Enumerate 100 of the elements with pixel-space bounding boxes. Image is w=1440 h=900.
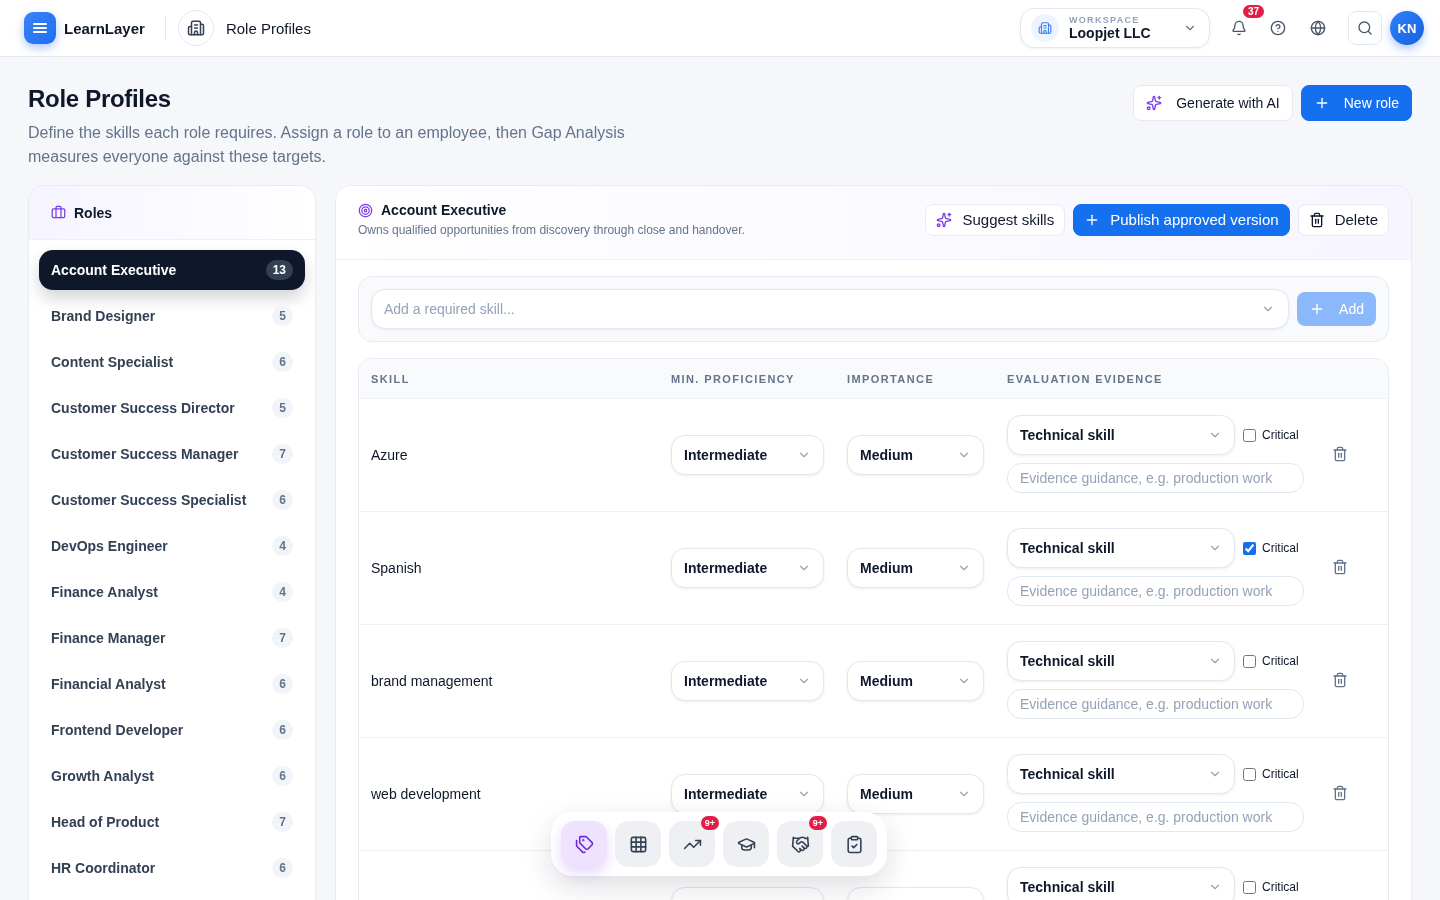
- role-item[interactable]: Frontend Developer 6: [39, 710, 305, 750]
- skill-count: 7: [272, 812, 293, 832]
- target-icon: [358, 202, 373, 218]
- category-select[interactable]: Technical skill: [1007, 754, 1235, 794]
- dock-button[interactable]: [615, 821, 661, 867]
- dock-button[interactable]: [723, 821, 769, 867]
- critical-checkbox[interactable]: [1243, 428, 1256, 442]
- skill-name: Azure: [371, 447, 408, 463]
- workspace-selector[interactable]: WORKSPACE Loopjet LLC: [1020, 8, 1210, 48]
- skill-count: 7: [272, 628, 293, 648]
- skill-count: 5: [272, 398, 293, 418]
- breadcrumb-title: Role Profiles: [225, 19, 311, 37]
- skill-count: 13: [265, 260, 293, 280]
- app-name: LearnLayer: [64, 19, 145, 37]
- skill-count: 5: [272, 306, 293, 326]
- app-logo[interactable]: [24, 12, 56, 44]
- handshake-icon: [790, 834, 810, 854]
- role-item[interactable]: Content Specialist 6: [39, 342, 305, 382]
- critical-label[interactable]: Critical: [1243, 541, 1299, 555]
- critical-checkbox[interactable]: [1243, 541, 1256, 555]
- clipboard-check-icon: [844, 834, 864, 854]
- skill-count: 6: [272, 352, 293, 372]
- dock-button[interactable]: [669, 821, 715, 867]
- workspace-label: WORKSPACE: [1069, 15, 1141, 25]
- help-icon: [1270, 20, 1286, 36]
- ai-button[interactable]: Suggest skills: [925, 203, 1066, 236]
- panel-title: Roles: [74, 204, 113, 221]
- dock-button[interactable]: [831, 821, 877, 867]
- role-item[interactable]: Financial Analyst 6: [39, 664, 305, 704]
- category-select[interactable]: Technical skill: [1007, 528, 1235, 568]
- tags-icon: [574, 834, 594, 854]
- proficiency-select[interactable]: Intermediate: [671, 774, 824, 814]
- skill-count: 6: [272, 858, 293, 878]
- column-header: EVALUATION EVIDENCE: [1007, 372, 1164, 385]
- critical-checkbox[interactable]: [1243, 880, 1256, 894]
- category-select[interactable]: Technical skill: [1007, 641, 1235, 681]
- delete-skill-button[interactable]: [1332, 559, 1348, 575]
- importance-select[interactable]: Medium: [847, 435, 984, 475]
- proficiency-select[interactable]: Intermediate: [671, 661, 824, 701]
- skill-count: 6: [272, 720, 293, 740]
- primary-button[interactable]: Publish approved version: [1073, 203, 1290, 236]
- role-item[interactable]: Finance Manager 7: [39, 618, 305, 658]
- skill-name: web development: [371, 786, 481, 802]
- category-select[interactable]: Technical skill: [1007, 415, 1235, 455]
- sparkles-icon: [1146, 95, 1163, 111]
- role-item[interactable]: Customer Success Manager 7: [39, 434, 305, 474]
- skill-count: 4: [272, 536, 293, 556]
- role-item[interactable]: DevOps Engineer 4: [39, 526, 305, 566]
- role-item[interactable]: Growth Analyst 6: [39, 756, 305, 796]
- critical-checkbox[interactable]: [1243, 767, 1256, 781]
- skill-name: Spanish: [371, 560, 422, 576]
- role-item[interactable]: Customer Success Specialist 6: [39, 480, 305, 520]
- delete-skill-button[interactable]: [1332, 672, 1348, 688]
- notification-count: 37: [1243, 5, 1265, 18]
- evidence-field[interactable]: Evidence guidance, e.g. production work: [1007, 802, 1304, 832]
- delete-skill-button[interactable]: [1332, 785, 1348, 801]
- proficiency-select[interactable]: Intermediate: [671, 435, 824, 475]
- skill-count: 6: [272, 766, 293, 786]
- skill-count: 4: [272, 582, 293, 602]
- search-icon: [1357, 20, 1373, 36]
- skill-name: brand management: [371, 673, 493, 689]
- evidence-field[interactable]: Evidence guidance, e.g. production work: [1007, 463, 1304, 493]
- role-item[interactable]: Brand Designer 5: [39, 296, 305, 336]
- notifications-button[interactable]: [1230, 19, 1248, 37]
- grid-icon: [628, 834, 648, 854]
- role-item[interactable]: Customer Success Director 5: [39, 388, 305, 428]
- role-item[interactable]: Finance Analyst 4: [39, 572, 305, 612]
- proficiency-select[interactable]: Intermediate: [671, 548, 824, 588]
- skill-count: 6: [272, 490, 293, 510]
- critical-label[interactable]: Critical: [1243, 654, 1299, 668]
- workspace-name: Loopjet LLC: [1069, 25, 1152, 41]
- dock-button[interactable]: [561, 821, 607, 867]
- evidence-field[interactable]: Evidence guidance, e.g. production work: [1007, 689, 1304, 719]
- ai-button[interactable]: Generate with AI: [1133, 85, 1293, 121]
- role-item[interactable]: Account Executive 13: [39, 250, 305, 290]
- evidence-field[interactable]: Evidence guidance, e.g. production work: [1007, 576, 1304, 606]
- importance-select[interactable]: Medium: [847, 661, 984, 701]
- importance-select[interactable]: Medium: [847, 774, 984, 814]
- column-header: IMPORTANCE: [847, 372, 936, 385]
- role-item[interactable]: HR Coordinator 6: [39, 848, 305, 888]
- column-header: MIN. PROFICIENCY: [671, 372, 796, 385]
- bell-icon: [1231, 20, 1247, 36]
- role-description: Owns qualified opportunities from discovery through close and handover.: [358, 223, 745, 237]
- column-header: SKILL: [371, 372, 411, 385]
- critical-checkbox[interactable]: [1243, 654, 1256, 668]
- critical-label[interactable]: Critical: [1243, 880, 1299, 894]
- sparkles-icon: [936, 211, 953, 228]
- role-item[interactable]: Head of Product 7: [39, 802, 305, 842]
- importance-select[interactable]: Medium: [847, 548, 984, 588]
- critical-label[interactable]: Critical: [1243, 428, 1299, 442]
- dock-button[interactable]: [777, 821, 823, 867]
- delete-button[interactable]: Delete: [1297, 203, 1389, 236]
- critical-label[interactable]: Critical: [1243, 767, 1299, 781]
- dock-badge: 9+: [700, 816, 719, 830]
- user-avatar[interactable]: KN: [1390, 11, 1424, 45]
- primary-button[interactable]: New role: [1300, 85, 1412, 121]
- search-button[interactable]: [1348, 11, 1382, 45]
- briefcase-icon: [51, 205, 66, 220]
- category-select[interactable]: Technical skill: [1007, 867, 1235, 900]
- delete-skill-button[interactable]: [1332, 446, 1348, 462]
